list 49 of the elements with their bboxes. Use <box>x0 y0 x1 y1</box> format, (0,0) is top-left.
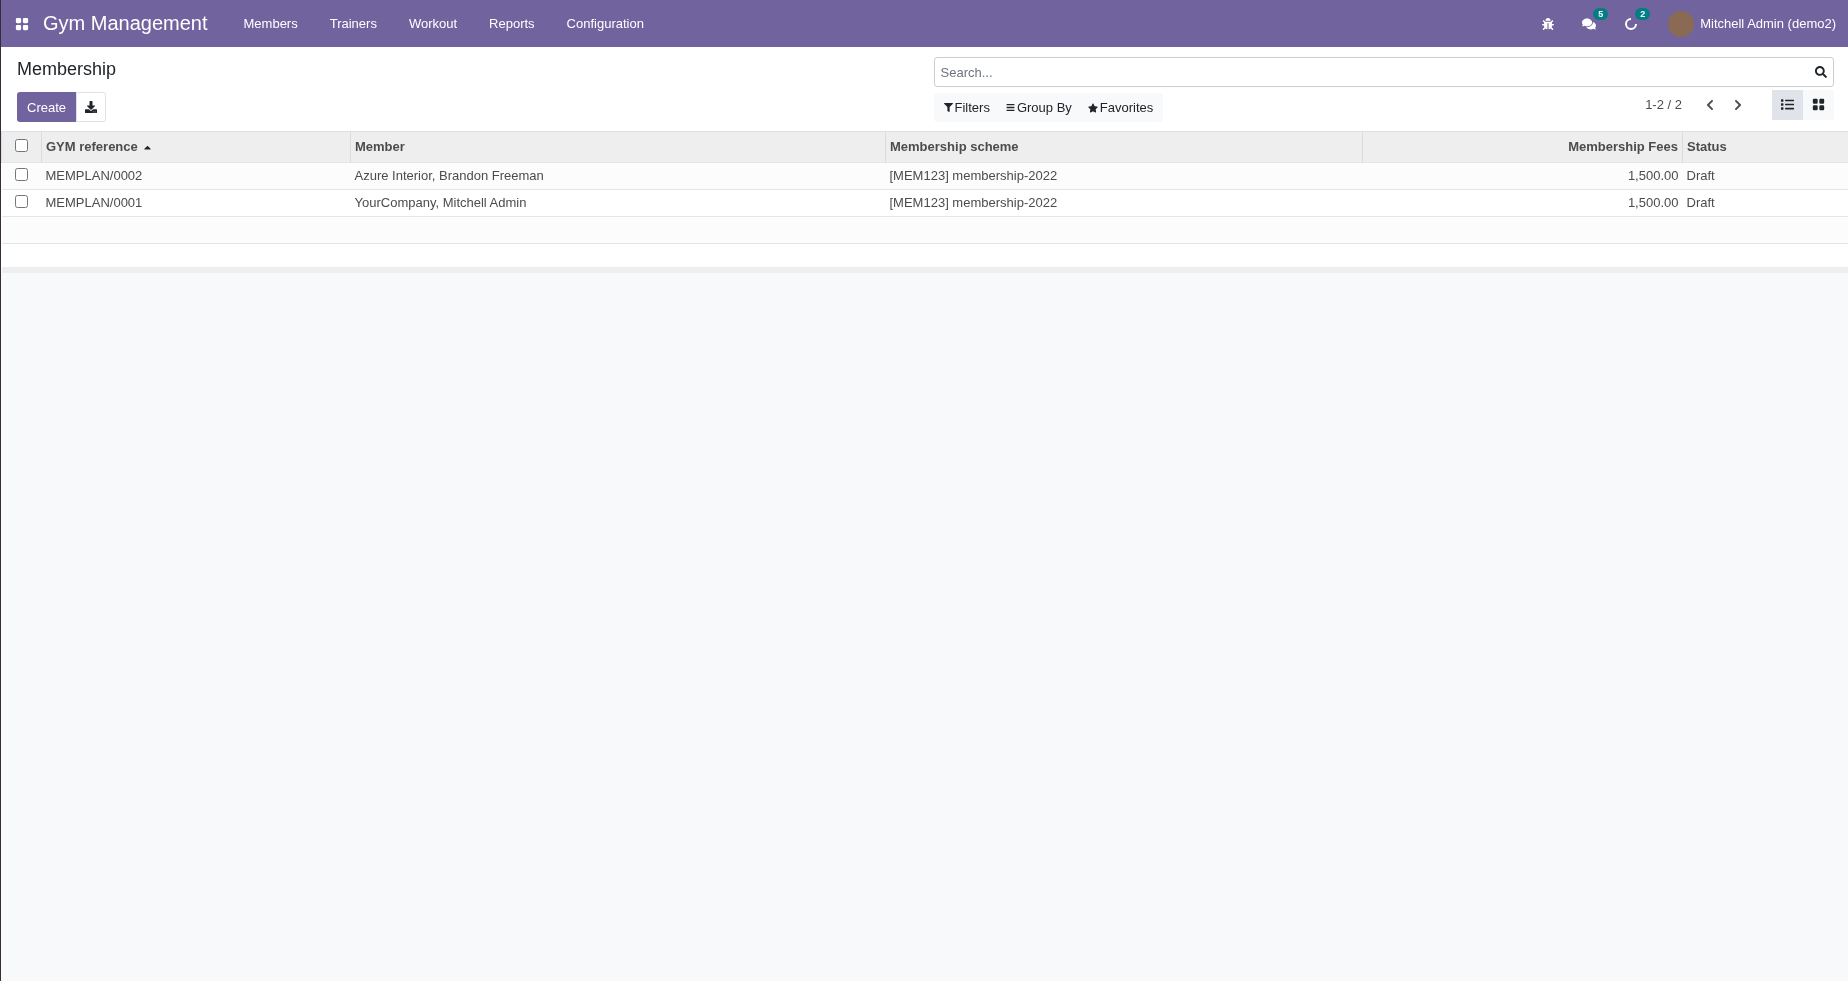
menu-item[interactable]: Trainers <box>313 16 393 31</box>
menu-item[interactable]: Configuration <box>550 16 660 31</box>
debug-icon[interactable] <box>1542 17 1555 30</box>
search-icon[interactable] <box>1815 66 1827 78</box>
filter-dropdown-button[interactable]: Filters <box>935 93 998 122</box>
filter-dropdown-button[interactable]: Group By <box>997 93 1080 122</box>
menu-item[interactable]: Reports <box>473 16 551 31</box>
list-icon <box>1781 98 1794 111</box>
app-name: Gym Management <box>43 12 208 35</box>
select-all-checkbox[interactable] <box>15 138 28 152</box>
grid-icon <box>1812 98 1825 111</box>
table-cell: YourCompany, Mitchell Admin <box>350 189 886 216</box>
column-header[interactable]: Status <box>1682 132 1848 162</box>
column-header[interactable]: Membership scheme <box>885 132 1363 162</box>
activity-count-badge: 2 <box>1635 7 1651 20</box>
chevron-right-icon <box>1732 98 1744 111</box>
menu-item[interactable]: Workout <box>392 16 474 31</box>
table-cell: 1,500.00 <box>1362 189 1683 216</box>
list-view-button[interactable] <box>1772 89 1803 120</box>
page-title: Membership <box>17 59 118 80</box>
create-button[interactable]: Create <box>17 92 77 122</box>
column-header[interactable]: GYM reference <box>41 132 351 162</box>
filter-icon <box>943 103 953 112</box>
kanban-view-button[interactable] <box>1803 89 1834 120</box>
table-cell: 1,500.00 <box>1362 162 1683 189</box>
download-icon <box>85 101 98 113</box>
menu-item[interactable]: Members <box>227 16 314 31</box>
table-cell: Draft <box>1682 189 1848 216</box>
table-cell: [MEM123] membership-2022 <box>885 189 1363 216</box>
row-checkbox[interactable] <box>15 167 28 181</box>
column-header[interactable]: Member <box>350 132 886 162</box>
user-name[interactable]: Mitchell Admin (demo2) <box>1700 16 1836 31</box>
table-cell: Draft <box>1682 162 1848 189</box>
row-checkbox[interactable] <box>15 194 28 208</box>
pager-value[interactable]: 1-2 / 2 <box>1645 97 1682 112</box>
table-cell: MEMPLAN/0001 <box>41 189 351 216</box>
apps-menu-icon[interactable] <box>15 16 29 31</box>
message-count-badge: 5 <box>1593 7 1609 20</box>
search-field[interactable]: Search... <box>933 57 1834 87</box>
chevron-left-icon <box>1704 98 1716 111</box>
filter-dropdown-button[interactable]: Favorites <box>1079 93 1162 122</box>
star-icon <box>1087 102 1098 113</box>
table-cell: Azure Interior, Brandon Freeman <box>350 162 886 189</box>
lines-icon <box>1005 103 1015 112</box>
download-button[interactable] <box>76 92 107 122</box>
messages-icon[interactable] <box>1582 16 1597 31</box>
table-cell: MEMPLAN/0002 <box>41 162 351 189</box>
column-header[interactable]: Membership Fees <box>1362 132 1683 162</box>
table-cell: [MEM123] membership-2022 <box>885 162 1363 189</box>
